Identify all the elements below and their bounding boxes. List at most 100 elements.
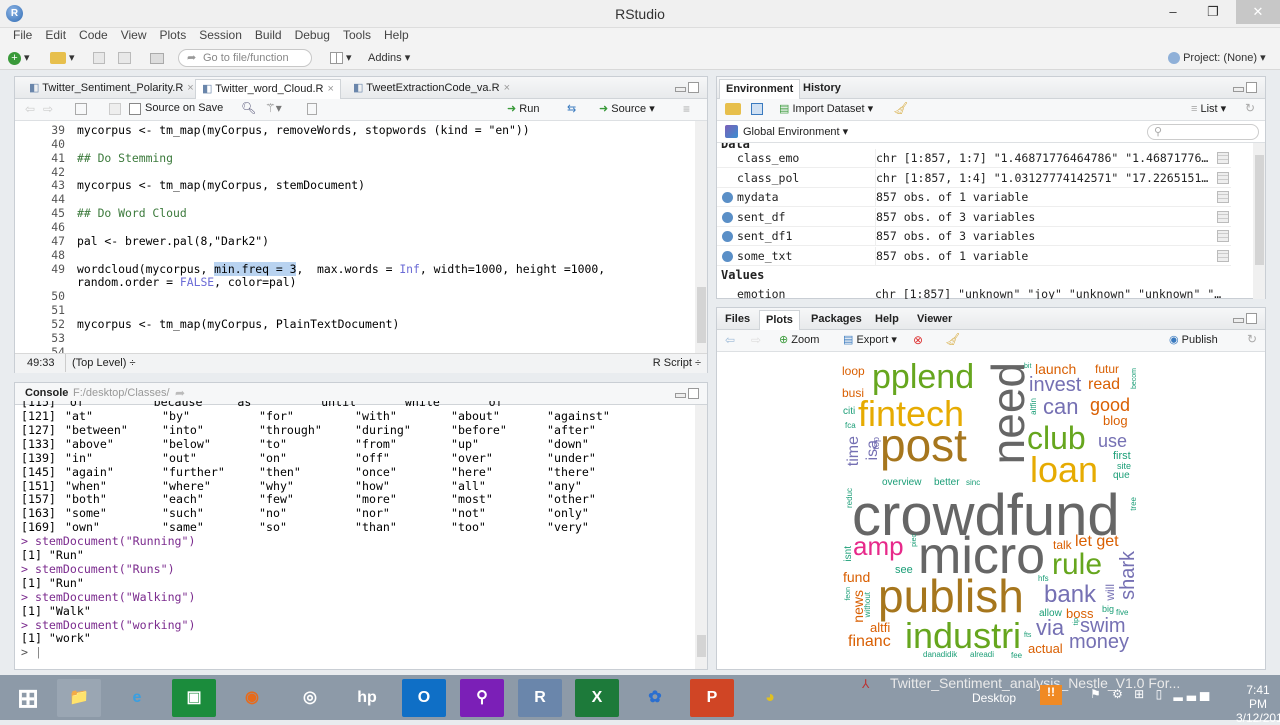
outline-icon[interactable]: ≡ (683, 102, 690, 116)
view-data-icon[interactable] (1217, 191, 1229, 203)
show-in-window-icon[interactable] (75, 103, 87, 115)
taskbar-webcam-icon[interactable]: ◎ (288, 679, 332, 717)
tab-viewer[interactable]: Viewer (911, 310, 958, 330)
scroll-thumb[interactable] (697, 287, 706, 343)
view-data-icon[interactable] (1217, 210, 1229, 223)
tab-twitter-sentiment-polarity[interactable]: ◧ Twitter_Sentiment_Polarity.R × (23, 79, 200, 99)
save-button[interactable] (93, 49, 105, 67)
taskbar-outlook-icon[interactable]: O (402, 679, 446, 717)
search-icon[interactable]: 🔍︎ (241, 101, 256, 115)
rerun-icon[interactable]: ⇆ (567, 102, 576, 115)
save-all-button[interactable] (118, 49, 131, 67)
broom-icon[interactable]: 🧹︎ (893, 101, 908, 115)
pane-minmax[interactable] (675, 82, 701, 94)
pane-minmax[interactable] (1233, 82, 1259, 94)
minimize-pane-icon[interactable] (1233, 87, 1244, 92)
run-button[interactable]: ➜ Run (507, 102, 539, 115)
close-tab-icon[interactable]: × (327, 83, 333, 95)
view-data-icon[interactable] (1217, 171, 1229, 184)
tab-files[interactable]: Files (719, 310, 756, 330)
tab-history[interactable]: History (797, 79, 847, 99)
environment-row[interactable]: class_pol chr [1:857, 1:4] "1.03127774142… (717, 168, 1231, 188)
system-tray-icons[interactable]: ⚑ ⚙ ⊞ ▯ ▂▃▅ (1090, 687, 1213, 701)
view-data-icon[interactable] (1217, 152, 1229, 164)
environment-row[interactable]: sent_df 857 obs. of 3 variables (717, 207, 1231, 227)
scroll-thumb[interactable] (1255, 155, 1264, 265)
pane-minmax[interactable] (675, 388, 701, 400)
taskbar-chrome-icon[interactable]: ◕ (748, 679, 792, 717)
pane-minmax[interactable] (1233, 313, 1259, 325)
console-prompt[interactable]: > | (21, 645, 42, 659)
tab-environment[interactable]: Environment (719, 79, 801, 99)
close-tab-icon[interactable]: × (187, 82, 193, 94)
menu-tools[interactable]: Tools (343, 28, 371, 42)
view-data-icon[interactable] (1217, 249, 1229, 262)
clock[interactable]: 7:41 PM3/12/2016 (1236, 683, 1280, 725)
scroll-thumb[interactable] (697, 635, 706, 657)
environment-search-input[interactable]: ⚲ (1147, 124, 1259, 140)
taskbar-internet-explorer-icon[interactable]: e (115, 679, 159, 717)
minimize-pane-icon[interactable] (1233, 318, 1244, 323)
zoom-button[interactable]: ⊕ Zoom (779, 333, 819, 346)
view-mode-menu[interactable]: ≡ List ▾ (1191, 102, 1226, 115)
tab-tweet-extraction-code[interactable]: ◧ TweetExtractionCode_va.R × (347, 79, 516, 99)
taskbar-r-icon[interactable]: R (518, 679, 562, 717)
editor-scrollbar[interactable] (695, 121, 707, 353)
source-button[interactable]: ➜ Source ▾ (599, 102, 655, 115)
maximize-pane-icon[interactable] (688, 388, 699, 399)
taskbar-search-app-icon[interactable]: ⚲ (460, 679, 504, 717)
save-workspace-icon[interactable] (751, 103, 763, 115)
import-dataset-button[interactable]: ▤ Import Dataset ▾ (779, 102, 873, 115)
tab-packages[interactable]: Packages (805, 310, 868, 330)
view-data-icon[interactable] (1217, 230, 1229, 242)
menu-session[interactable]: Session (199, 28, 242, 42)
filetype-selector[interactable]: R Script ÷ (653, 354, 701, 372)
open-file-button[interactable]: ▾ (50, 49, 75, 67)
previous-plot-icon[interactable]: ⇦ (725, 333, 735, 347)
close-button[interactable]: ✕ (1236, 0, 1280, 24)
refresh-icon[interactable]: ↻ (1247, 332, 1257, 346)
minimize-pane-icon[interactable] (675, 87, 686, 92)
environment-row[interactable]: emotion chr [1:857] "unknown" "joy" "unkn… (717, 285, 1231, 299)
next-plot-icon[interactable]: ⇨ (751, 333, 761, 347)
taskbar-powerpoint-icon[interactable]: P (690, 679, 734, 717)
new-file-button[interactable]: + ▾ (8, 49, 30, 67)
environment-row[interactable]: class_emo chr [1:857, 1:7] "1.46871776464… (717, 149, 1231, 168)
environment-row[interactable]: some_txt 857 obs. of 1 variable (717, 246, 1231, 266)
taskbar-file-explorer-icon[interactable]: 📁 (57, 679, 101, 717)
alert-icon[interactable]: !! (1040, 685, 1062, 705)
go-to-file-input[interactable]: ➦ Go to file/function (178, 49, 312, 67)
code-editor[interactable]: 39 mycorpus <- tm_map(myCorpus, removeWor… (15, 121, 695, 359)
console-output[interactable]: [115] "of" "because" "as" "until" "while… (21, 401, 691, 669)
menu-view[interactable]: View (121, 28, 147, 42)
console-scrollbar[interactable] (695, 405, 707, 669)
project-menu[interactable]: Project: (None) ▾ (1168, 49, 1266, 67)
menu-debug[interactable]: Debug (295, 28, 330, 42)
tab-twitter-word-cloud[interactable]: ◧ Twitter_word_Cloud.R × (195, 79, 341, 99)
environment-scrollbar[interactable] (1253, 143, 1265, 299)
global-environment-menu[interactable]: Global Environment ▾ (743, 125, 848, 138)
addins-menu[interactable]: Addins ▾ (368, 49, 410, 67)
broom-icon[interactable]: 🧹︎ (945, 332, 960, 346)
load-workspace-icon[interactable] (725, 103, 741, 115)
save-icon[interactable] (109, 103, 121, 115)
desktop-toolbar[interactable]: Desktop (972, 691, 1016, 705)
menu-plots[interactable]: Plots (160, 28, 187, 42)
maximize-button[interactable]: ❐ (1198, 0, 1228, 24)
go-to-directory-icon[interactable]: ➦ (175, 386, 185, 400)
maximize-pane-icon[interactable] (1246, 82, 1257, 93)
tab-help[interactable]: Help (869, 310, 905, 330)
menu-help[interactable]: Help (384, 28, 409, 42)
maximize-pane-icon[interactable] (688, 82, 699, 93)
magic-wand-icon[interactable]: ⚚▾ (265, 101, 282, 115)
close-tab-icon[interactable]: × (504, 82, 510, 94)
environment-row[interactable]: mydata 857 obs. of 1 variable (717, 188, 1231, 207)
minimize-button[interactable]: – (1158, 0, 1188, 24)
publish-button[interactable]: ◉ Publish (1169, 333, 1218, 346)
environment-row[interactable]: sent_df1 857 obs. of 3 variables (717, 227, 1231, 246)
taskbar-store-icon[interactable]: ▣ (172, 679, 216, 717)
minimize-pane-icon[interactable] (675, 393, 686, 398)
layout-button[interactable]: ▾ (330, 49, 352, 67)
refresh-icon[interactable]: ↻ (1245, 101, 1255, 115)
expand-icon[interactable] (722, 192, 733, 203)
